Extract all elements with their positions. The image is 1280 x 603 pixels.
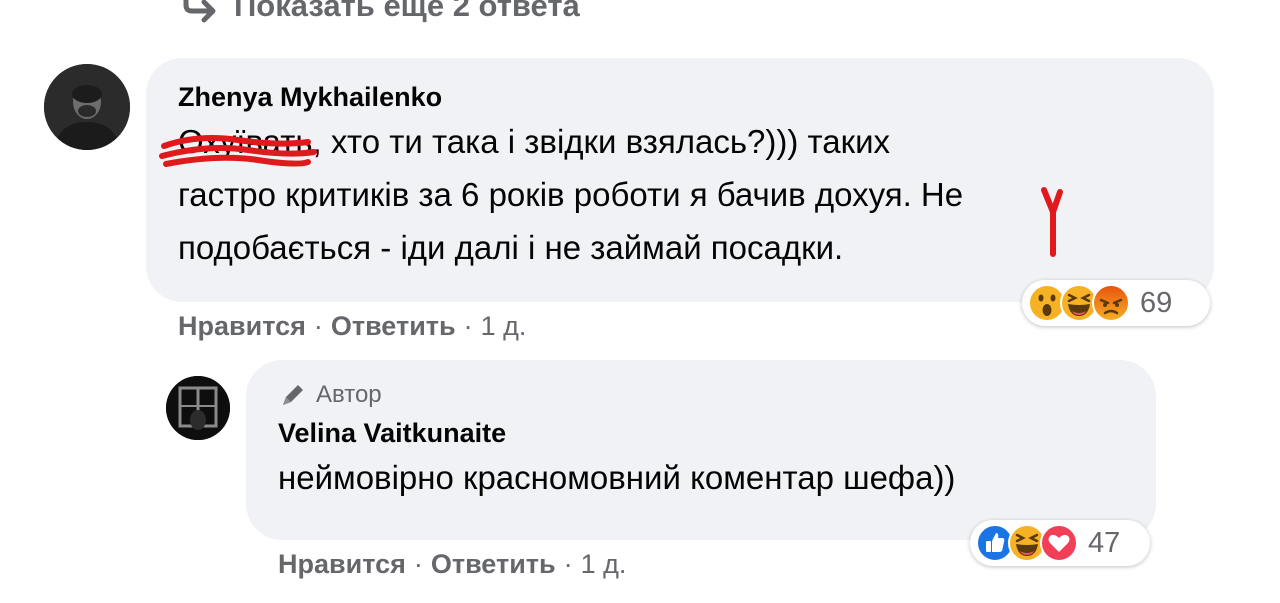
comment-author-name[interactable]: Velina Vaitkunaite — [278, 418, 1124, 449]
comment-actions: Нравится · Ответить · 1 д. — [178, 306, 526, 346]
comment-bubble: Автор Velina Vaitkunaite неймовірно крас… — [246, 360, 1156, 540]
show-more-replies-link[interactable]: Показать еще 2 ответа — [180, 0, 580, 26]
comment-line: неймовірно красномовний коментар шефа)) — [278, 459, 956, 496]
reaction-count: 69 — [1140, 286, 1173, 319]
love-reaction-icon — [1040, 524, 1078, 562]
comment-text: неймовірно красномовний коментар шефа)) — [278, 451, 1124, 504]
separator: · — [463, 310, 473, 341]
reaction-count: 47 — [1088, 526, 1121, 559]
reply-link[interactable]: Ответить — [331, 311, 456, 342]
reply-arrow-icon — [183, 0, 216, 23]
reply-link[interactable]: Ответить — [431, 549, 556, 580]
avatar[interactable] — [166, 376, 230, 440]
pen-icon — [283, 385, 303, 405]
comment-text: Охуївать, хто ти така і звідки взялась?)… — [178, 115, 1182, 274]
comment-actions: Нравится · Ответить · 1 д. — [278, 544, 626, 584]
window-photo-icon — [166, 376, 230, 440]
avatar[interactable] — [44, 64, 130, 150]
separator: · — [313, 310, 323, 341]
like-link[interactable]: Нравится — [278, 549, 406, 580]
reaction-summary[interactable]: 69 — [1022, 280, 1210, 326]
separator: · — [413, 548, 423, 579]
timestamp-link[interactable]: 1 д. — [481, 311, 527, 342]
separator: · — [563, 548, 573, 579]
author-badge: Автор — [278, 380, 1124, 410]
person-photo-icon — [44, 64, 130, 150]
timestamp-link[interactable]: 1 д. — [581, 549, 627, 580]
show-more-label: Показать еще 2 ответа — [234, 0, 580, 23]
comment-line: подобається - іди далі і не займай посад… — [178, 229, 844, 266]
angry-reaction-icon — [1092, 284, 1130, 322]
comment-author-name[interactable]: Zhenya Mykhailenko — [178, 82, 1182, 113]
reaction-summary[interactable]: 47 — [970, 520, 1150, 566]
comment-line: гастро критиків за 6 років роботи я бачи… — [178, 176, 964, 213]
author-badge-label: Автор — [316, 381, 382, 408]
comment-bubble: Zhenya Mykhailenko Охуївать, хто ти така… — [146, 58, 1214, 302]
comment-line: Охуївать, хто ти така і звідки взялась?)… — [178, 123, 890, 160]
like-link[interactable]: Нравится — [178, 311, 306, 342]
